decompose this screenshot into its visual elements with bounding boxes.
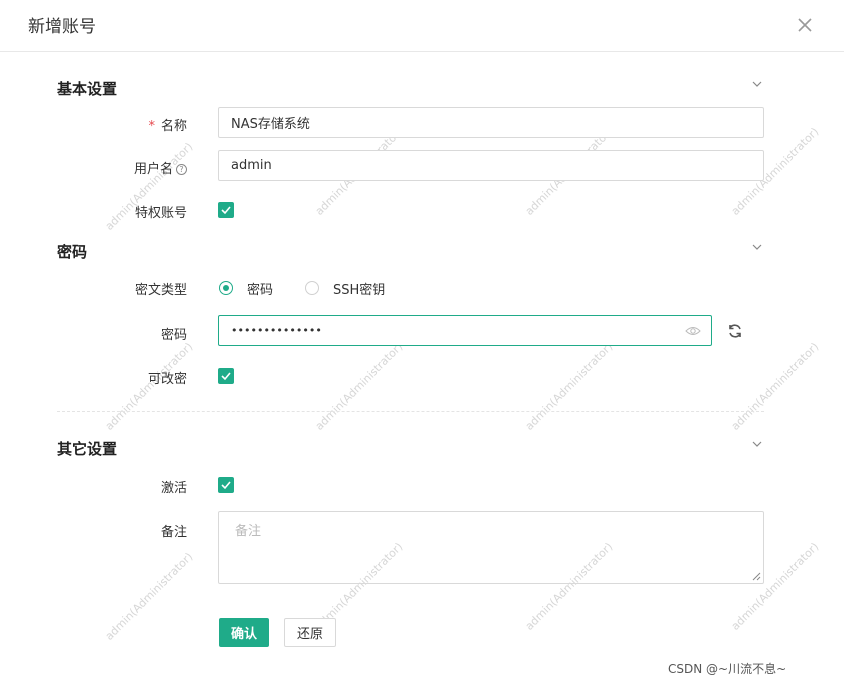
csdn-credit: CSDN @~川流不息~ [668,662,787,676]
check-icon [221,206,231,215]
help-icon[interactable]: ? [176,164,187,175]
remark-label: 备注 [160,525,187,540]
remark-placeholder: 备注 [235,524,262,539]
chevron-down-icon[interactable] [750,239,764,253]
dialog-title: 新增账号 [28,17,96,37]
username-label: 用户名? [47,158,187,177]
refresh-icon[interactable] [727,323,743,339]
section-divider [57,411,764,412]
watermark: admin(Administrator) [312,340,406,433]
name-label-text: 名称 [160,119,187,134]
watermark: admin(Administrator) [102,550,196,643]
name-input[interactable]: NAS存储系统 [218,107,764,138]
changeable-checkbox[interactable] [218,368,234,384]
close-icon[interactable] [794,14,816,36]
radio-ssh-key-label[interactable]: SSH密钥 [333,279,385,298]
section-title-other: 其它设置 [57,440,118,458]
radio-password-label[interactable]: 密码 [247,279,273,298]
dialog-header: 新增账号 [0,0,844,52]
active-checkbox[interactable] [218,477,234,493]
password-label: 密码 [160,328,187,343]
active-label: 激活 [160,481,187,496]
section-title-basic: 基本设置 [57,80,118,98]
privileged-label: 特权账号 [134,206,187,221]
eye-icon[interactable] [685,324,701,342]
required-mark: * [148,119,155,134]
username-label-text: 用户名 [133,162,173,177]
watermark: admin(Administrator) [522,340,616,433]
chevron-down-icon[interactable] [750,76,764,90]
password-input-value: •••••••••••••• [231,324,322,337]
radio-password[interactable] [219,281,233,295]
name-label: * 名称 [47,115,187,134]
check-icon [221,481,231,490]
name-input-value: NAS存储系统 [231,117,310,132]
section-title-password: 密码 [57,243,88,261]
password-input[interactable]: •••••••••••••• [218,315,712,346]
username-input[interactable]: admin [218,150,764,181]
resize-handle-icon[interactable] [752,572,761,581]
watermark: admin(Administrator) [728,340,822,433]
reset-button[interactable]: 还原 [284,618,336,647]
username-input-value: admin [231,158,272,173]
remark-textarea[interactable]: 备注 [218,511,764,584]
radio-ssh-key[interactable] [305,281,319,295]
confirm-button[interactable]: 确认 [219,618,269,647]
chevron-down-icon[interactable] [750,436,764,450]
check-icon [221,372,231,381]
cipher-type-label: 密文类型 [134,283,187,298]
privileged-checkbox[interactable] [218,202,234,218]
changeable-label: 可改密 [147,372,187,387]
